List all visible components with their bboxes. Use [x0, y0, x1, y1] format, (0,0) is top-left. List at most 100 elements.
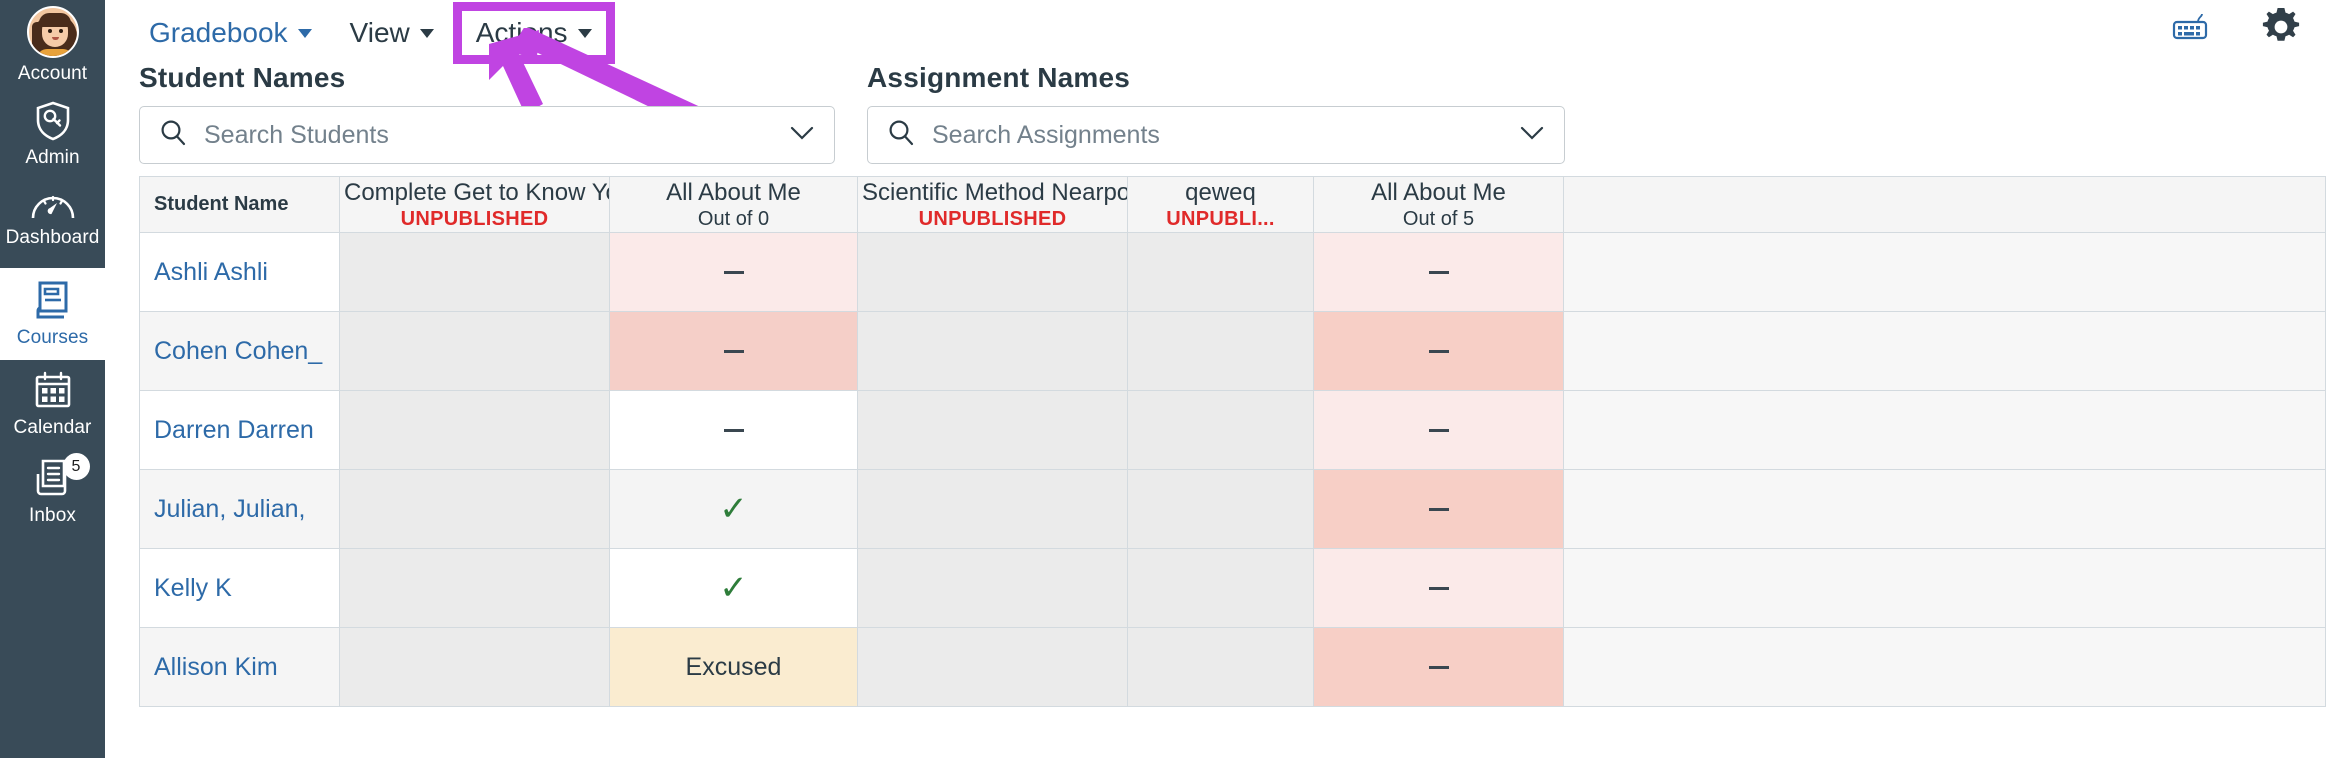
grade-cell[interactable] [1563, 548, 2326, 628]
student-name-cell[interactable]: Julian, Julian, [139, 469, 340, 549]
grade-cell[interactable] [339, 627, 610, 707]
table-row: Cohen Cohen_ [139, 311, 2326, 391]
grade-cell[interactable] [339, 390, 610, 470]
grade-cell[interactable] [609, 390, 858, 470]
no-grade-dash-icon [723, 271, 744, 275]
student-name-cell[interactable]: Allison Kim [139, 627, 340, 707]
grade-cell[interactable] [1127, 469, 1314, 549]
grade-cell[interactable] [857, 469, 1128, 549]
column-header-assignment[interactable]: Scientific Method Nearpod UNPUBLISHED [857, 176, 1128, 233]
column-header-assignment[interactable]: All About Me Out of 0 [609, 176, 858, 233]
chevron-down-icon [297, 28, 312, 38]
grade-cell[interactable] [1127, 627, 1314, 707]
student-search-box[interactable] [139, 106, 835, 164]
gear-icon[interactable] [2262, 8, 2300, 46]
student-name-cell[interactable]: Cohen Cohen_ [139, 311, 340, 391]
table-row: Kelly K ✓ [139, 548, 2326, 628]
grade-cell[interactable] [1313, 548, 1564, 628]
column-header-assignment[interactable]: qeweq UNPUBLI... [1127, 176, 1314, 233]
search-assignments-input[interactable] [916, 120, 1518, 150]
chevron-down-icon [419, 28, 434, 38]
assignment-title: All About Me [666, 178, 801, 206]
student-name-cell[interactable]: Darren Darren [139, 390, 340, 470]
actions-menu-button[interactable]: Actions [452, 2, 615, 64]
unpublished-badge: UNPUBLISHED [918, 207, 1067, 230]
student-search-group: Student Names [139, 62, 835, 164]
assignment-title: Scientific Method Nearpod [862, 178, 1127, 206]
grade-cell[interactable] [1563, 627, 2326, 707]
grade-cell[interactable] [1127, 311, 1314, 391]
student-name-cell[interactable]: Kelly K [139, 548, 340, 628]
grade-cell[interactable] [1127, 548, 1314, 628]
grade-cell[interactable] [1127, 390, 1314, 470]
chevron-down-icon[interactable] [788, 123, 816, 148]
grade-cell[interactable] [1563, 390, 2326, 470]
sidebar-item-label: Dashboard [5, 227, 100, 248]
gradebook-header-row: Student Name Complete Get to Know You UNPU… [139, 176, 2326, 233]
column-header-assignment[interactable] [1563, 176, 2326, 233]
assignment-title: All About Me [1371, 178, 1506, 206]
gradebook-main: Gradebook View Actions Student Names Sea… [105, 0, 2328, 758]
grade-cell[interactable] [609, 232, 858, 312]
column-header-assignment[interactable]: All About Me Out of 5 [1313, 176, 1564, 233]
grade-cell[interactable] [1313, 627, 1564, 707]
grade-cell[interactable] [339, 548, 610, 628]
grade-cell[interactable] [339, 311, 610, 391]
grade-cell[interactable]: Excused [609, 627, 858, 707]
sidebar-item-inbox[interactable]: 5 Inbox [0, 448, 105, 540]
inbox-icon: 5 [30, 453, 90, 500]
sidebar-item-account[interactable]: Account [0, 0, 105, 90]
gradebook-grid[interactable]: Student Name Complete Get to Know You UNPU… [139, 176, 2328, 758]
grade-cell[interactable] [1563, 311, 2326, 391]
column-header-assignment[interactable]: Complete Get to Know You UNPUBLISHED [339, 176, 610, 233]
table-row: Julian, Julian, ✓ [139, 469, 2326, 549]
sidebar-item-calendar[interactable]: Calendar [0, 360, 105, 448]
table-row: Darren Darren [139, 390, 2326, 470]
view-menu-label: View [349, 17, 410, 48]
gradebook-menu-label: Gradebook [149, 17, 288, 48]
grade-cell[interactable] [339, 232, 610, 312]
no-grade-dash-icon [723, 429, 744, 433]
grade-cell[interactable] [1313, 390, 1564, 470]
gradebook-menubar: Gradebook View Actions [139, 2, 615, 64]
avatar-icon [26, 6, 79, 58]
assignment-title: Complete Get to Know You [344, 178, 609, 206]
grade-value: Excused [685, 652, 782, 681]
book-icon [32, 278, 74, 322]
grade-cell[interactable] [857, 390, 1128, 470]
view-menu-button[interactable]: View [340, 13, 444, 53]
grade-cell[interactable]: ✓ [609, 469, 858, 549]
grade-cell[interactable] [1313, 469, 1564, 549]
complete-check-icon: ✓ [719, 489, 748, 528]
grade-cell[interactable] [609, 311, 858, 391]
sidebar-item-label: Calendar [13, 417, 92, 438]
grade-cell[interactable] [857, 627, 1128, 707]
gradebook-menu-button[interactable]: Gradebook [139, 13, 322, 53]
keyboard-shortcuts-icon[interactable] [2172, 12, 2210, 42]
sidebar-item-admin[interactable]: Admin [0, 90, 105, 178]
grade-cell[interactable] [857, 232, 1128, 312]
grade-cell[interactable] [1127, 232, 1314, 312]
grade-cell[interactable] [1313, 232, 1564, 312]
no-grade-dash-icon [1428, 271, 1449, 275]
actions-menu-label: Actions [475, 17, 568, 48]
sidebar-item-dashboard[interactable]: Dashboard [0, 178, 105, 268]
grade-cell[interactable] [1563, 232, 2326, 312]
grade-cell[interactable] [339, 469, 610, 549]
assignment-search-box[interactable] [867, 106, 1565, 164]
grade-cell[interactable] [857, 548, 1128, 628]
column-header-student-name[interactable]: Student Name [139, 176, 340, 233]
sidebar-item-courses[interactable]: Courses [0, 268, 105, 360]
student-name-cell[interactable]: Ashli Ashli [139, 232, 340, 312]
grade-cell[interactable]: ✓ [609, 548, 858, 628]
search-filters: Student Names Search Students Assignment… [139, 62, 2289, 164]
gradebook-app: Account Admin Dashboard Courses Calendar… [0, 0, 2328, 758]
grade-cell[interactable] [1313, 311, 1564, 391]
table-row: Allison Kim Excused [139, 627, 2326, 707]
grade-cell[interactable] [857, 311, 1128, 391]
global-sidebar: Account Admin Dashboard Courses Calendar… [0, 0, 105, 758]
assignment-title: qeweq [1185, 178, 1256, 206]
grade-cell[interactable] [1563, 469, 2326, 549]
chevron-down-icon[interactable] [1518, 123, 1546, 148]
search-students-input[interactable] [188, 120, 788, 150]
